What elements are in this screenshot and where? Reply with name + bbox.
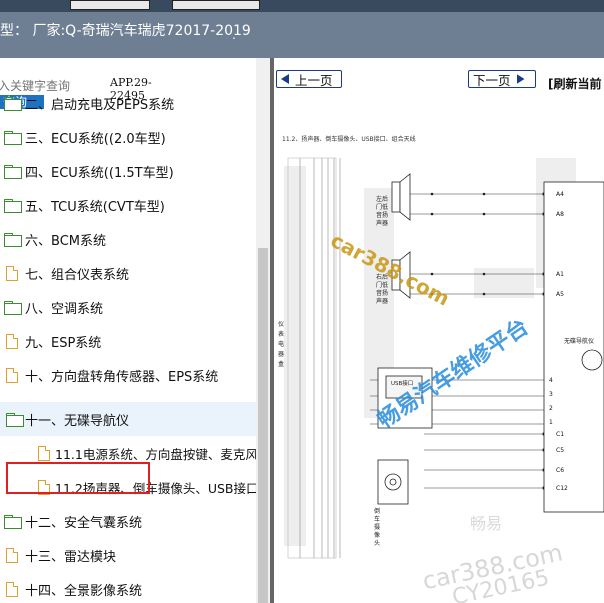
tree-item-panorama[interactable]: 十四、全景影像系统 [0, 574, 256, 603]
document-icon [6, 581, 18, 597]
tree-item-radar[interactable]: 十三、雷达模块 [0, 540, 256, 570]
pin-label: A4 [556, 191, 564, 198]
tree-item-ecu-15t[interactable]: 四、ECU系统((1.5T车型) [0, 156, 256, 186]
top-toolbar-strip [0, 0, 604, 12]
pin-label: 3 [549, 391, 553, 398]
selection-highlight [6, 462, 150, 494]
tree-item-esp[interactable]: 九、ESP系统 [0, 326, 256, 356]
title-dot: . [232, 28, 236, 42]
schematic-page: 11.2、扬声器、倒车摄像头、USB接口、组合天线 左后门低音扬声器 右后门低音… [274, 98, 604, 603]
pin-label: A8 [556, 211, 564, 218]
pin-label: 4 [549, 377, 553, 384]
toolbar-button[interactable] [70, 0, 150, 10]
nav-unit [543, 181, 604, 513]
pin-label: C12 [556, 485, 568, 492]
tree-item-label: 十、方向盘转角传感器、EPS系统 [25, 369, 219, 385]
tree-item-label: 十一、无碟导航仪 [25, 413, 130, 429]
wiring-diagram [284, 157, 604, 559]
tree-item-tcu[interactable]: 五、TCU系统(CVT车型) [0, 190, 256, 220]
window-title: 型： 厂家:Q-奇瑞汽车瑞虎72017-2019 [0, 23, 251, 39]
tree-item-eps[interactable]: 十、方向盘转角传感器、EPS系统 [0, 360, 256, 390]
schematic-label-usb: USB接口 [391, 381, 414, 387]
folder-icon [4, 97, 22, 111]
speaker-symbols [391, 173, 411, 299]
tree-item-cluster[interactable]: 七、组合仪表系统 [0, 258, 256, 288]
usb-module [377, 367, 433, 429]
viewer-toolbar: 上一页 下一页 [刷新当前 [274, 58, 604, 98]
pin-label: C5 [556, 447, 565, 454]
schematic-label-rear-camera: 倒车摄像头 [374, 508, 381, 547]
toolbar-button[interactable] [172, 0, 260, 10]
pin-label: C6 [556, 467, 565, 474]
prev-page-button[interactable]: 上一页 [276, 70, 342, 88]
prev-page-label: 上一页 [295, 72, 333, 88]
camera-module [377, 459, 409, 505]
document-icon [6, 265, 18, 281]
next-page-label: 下一页 [473, 72, 511, 88]
schematic-label-instrument-panel: 仪表电器盒 [278, 321, 285, 368]
tree-item-label: 五、TCU系统(CVT车型) [25, 199, 165, 215]
folder-icon [4, 233, 22, 247]
tree-item-label: 七、组合仪表系统 [25, 267, 130, 283]
tree-item-airbag[interactable]: 十二、安全气囊系统 [0, 506, 256, 536]
tree-item-peps[interactable]: 二、启动充电及PEPS系统 [0, 88, 256, 118]
wires [370, 193, 544, 489]
folder-icon [4, 199, 22, 213]
pin-dots [430, 192, 546, 490]
tree-item-label: 十四、全景影像系统 [25, 583, 143, 599]
tree-item-ecu-2l[interactable]: 三、ECU系统((2.0车型) [0, 122, 256, 152]
arrow-right-icon [516, 74, 525, 84]
tree-item-bcm[interactable]: 六、BCM系统 [0, 224, 256, 254]
left-tree-pane: 查询 APP.29-22495 二、启动充电及PEPS系统 三、ECU系统((2… [0, 58, 270, 603]
folder-icon [4, 131, 22, 145]
tree-item-navigation[interactable]: 十一、无碟导航仪 [0, 402, 256, 436]
folder-icon [4, 301, 22, 315]
tree-item-label: 四、ECU系统((1.5T车型) [25, 165, 174, 181]
tree-item-label: 十三、雷达模块 [25, 549, 117, 565]
folder-open-icon [6, 413, 24, 427]
document-icon [6, 367, 18, 383]
document-icon [6, 333, 18, 349]
tree-item-label: 六、BCM系统 [25, 233, 106, 249]
tree-item-ac[interactable]: 八、空调系统 [0, 292, 256, 322]
tree-item-label: 八、空调系统 [25, 301, 104, 317]
schematic-label-right-speaker: 右后门低音扬声器 [376, 274, 389, 305]
tree-item-label: 十二、安全气囊系统 [25, 515, 143, 531]
refresh-link[interactable]: [刷新当前 [548, 75, 602, 92]
folder-icon [4, 515, 22, 529]
tree-scrollbar[interactable] [256, 58, 270, 603]
pin-label: A5 [556, 291, 564, 298]
tree-item-label: 11.1电源系统、方向盘按键、麦克风 [55, 446, 256, 462]
pin-label: 2 [549, 405, 553, 412]
tree-item-label: 九、ESP系统 [25, 335, 102, 351]
title-bar: 型： 厂家:Q-奇瑞汽车瑞虎72017-2019 . [0, 12, 604, 58]
document-icon [38, 445, 50, 461]
pin-label: A1 [556, 271, 564, 278]
arrow-left-icon [281, 74, 289, 84]
schematic-label-nav-unit: 无碟导航仪 [564, 338, 595, 345]
tree-item-label: 三、ECU系统((2.0车型) [25, 131, 166, 147]
document-icon [6, 547, 18, 563]
document-viewer: 上一页 下一页 [刷新当前 11.2、扬声器、倒车摄像头、USB接口、组合天线 [274, 58, 604, 603]
scrollbar-thumb[interactable] [258, 248, 268, 603]
tree-item-label: 二、启动充电及PEPS系统 [25, 97, 175, 113]
pin-label: 1 [549, 419, 553, 426]
schematic-label-left-speaker: 左后门低音扬声器 [376, 196, 389, 227]
folder-icon [4, 165, 22, 179]
pin-label: C1 [556, 431, 565, 438]
next-page-button[interactable]: 下一页 [468, 70, 536, 88]
